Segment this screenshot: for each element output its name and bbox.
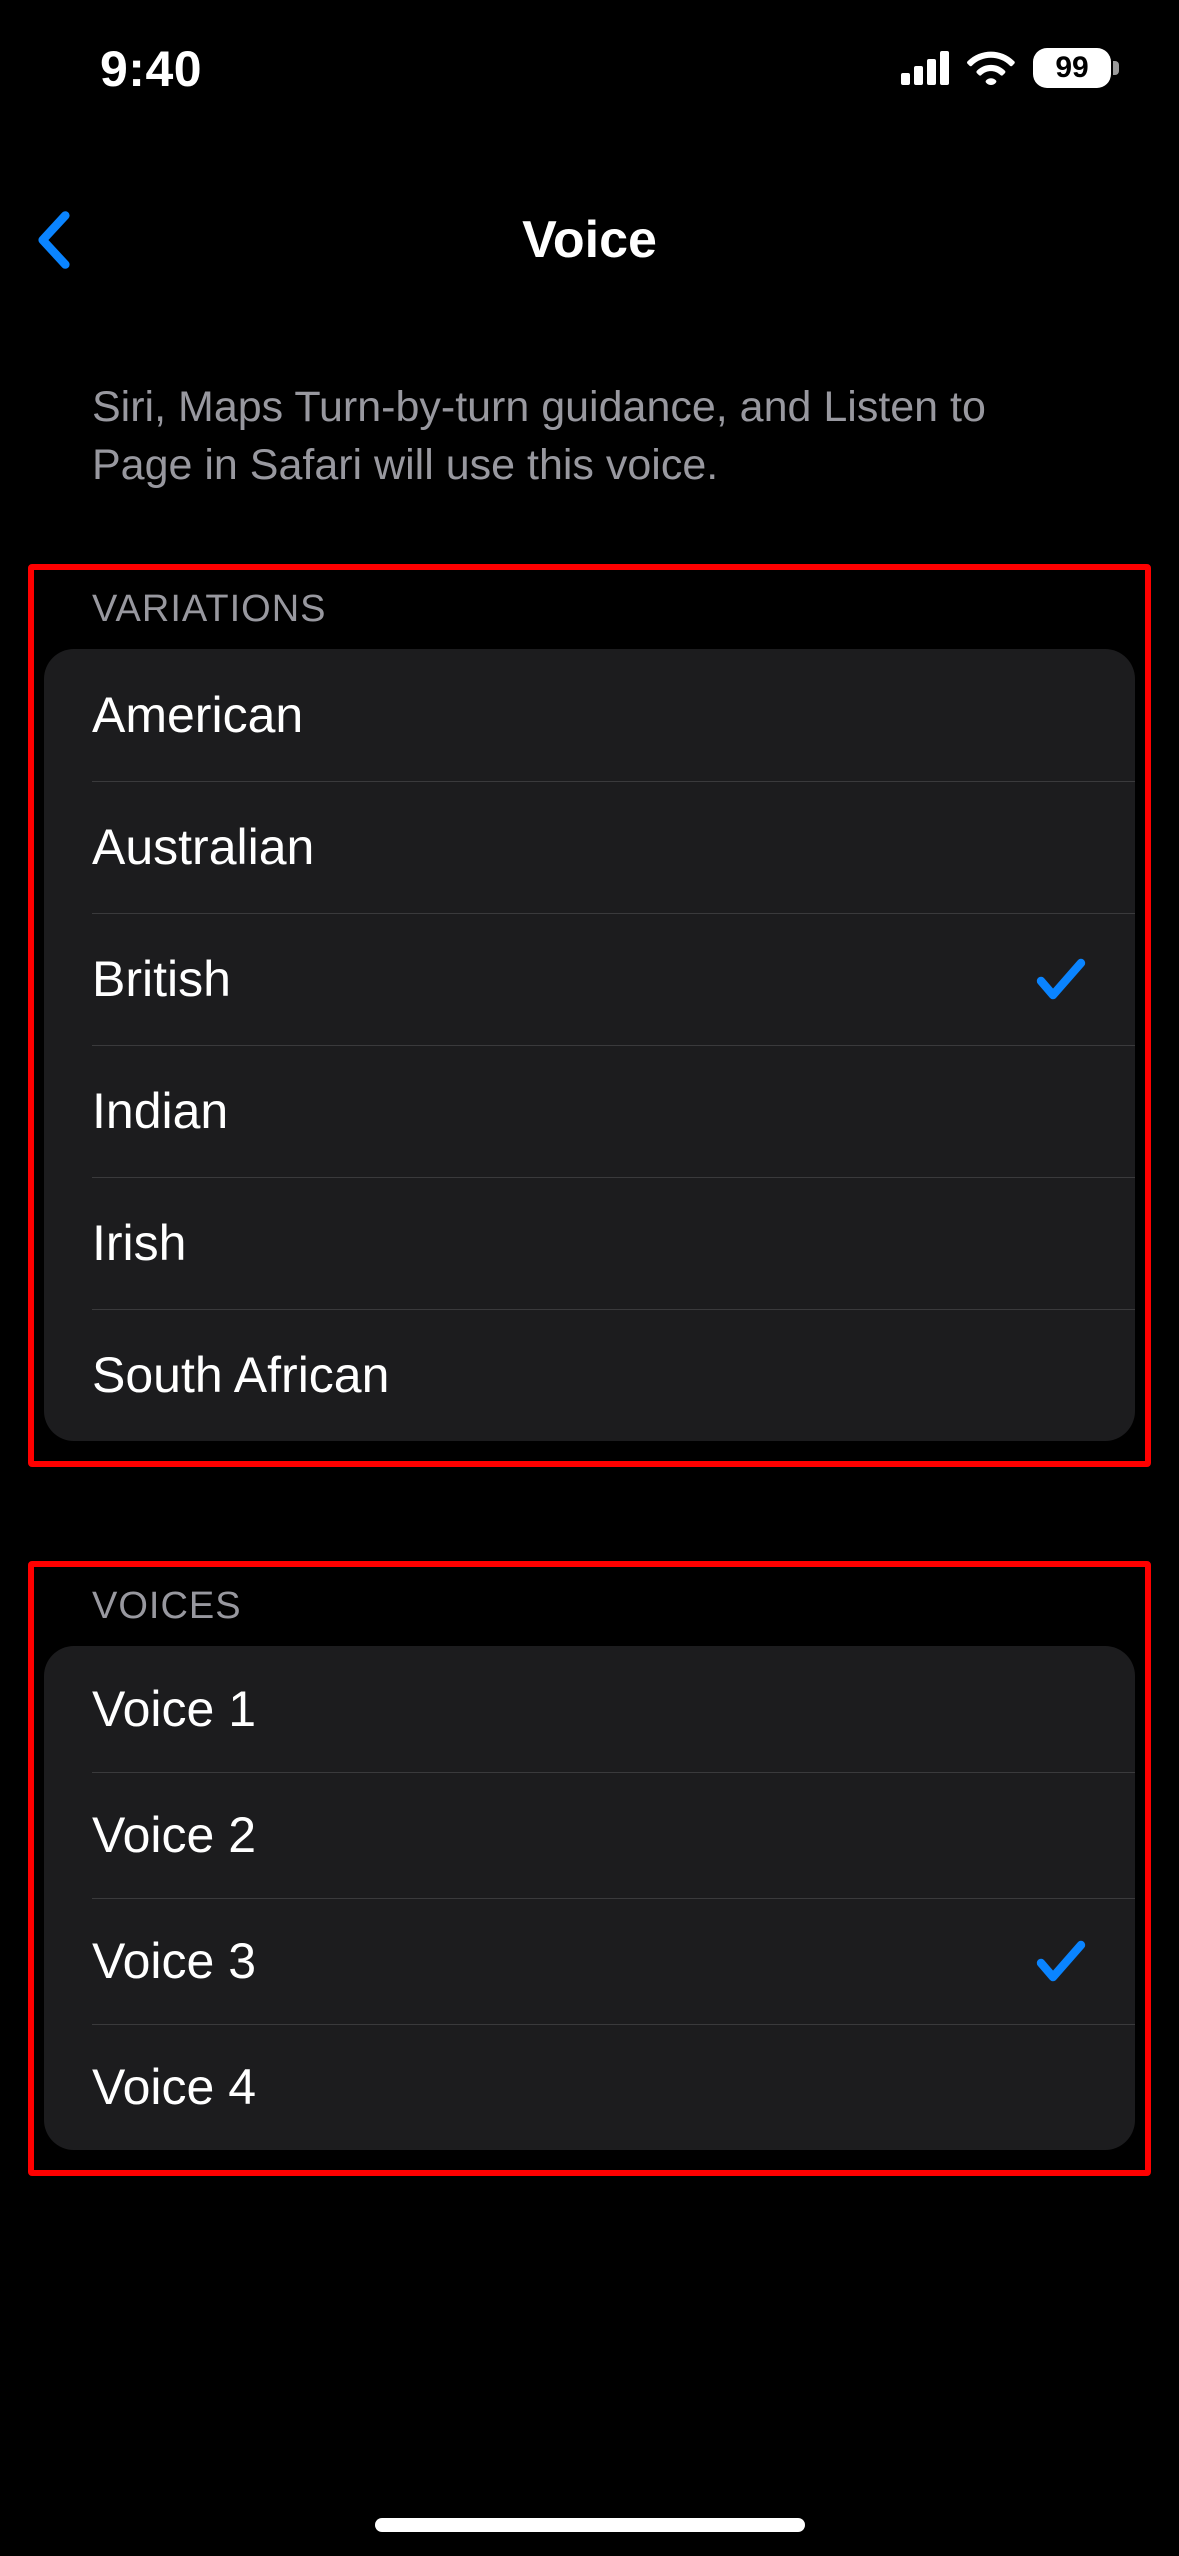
chevron-left-icon xyxy=(37,211,71,269)
voices-list: Voice 1 Voice 2 Voice 3 Voice 4 xyxy=(44,1646,1135,2150)
variation-label: Australian xyxy=(92,818,314,876)
content: Siri, Maps Turn-by-turn guidance, and Li… xyxy=(0,330,1179,2556)
variation-label: South African xyxy=(92,1346,389,1404)
battery-percent: 99 xyxy=(1033,48,1111,88)
voice-row[interactable]: Voice 2 xyxy=(44,1772,1135,1898)
cellular-icon xyxy=(901,51,949,85)
voice-label: Voice 3 xyxy=(92,1932,256,1990)
variation-row[interactable]: Australian xyxy=(44,781,1135,913)
voice-row[interactable]: Voice 1 xyxy=(44,1646,1135,1772)
annotation-highlight-variations: VARIATIONS American Australian British Indi… xyxy=(28,564,1151,1467)
voice-row[interactable]: Voice 4 xyxy=(44,2024,1135,2150)
status-bar: 9:40 99 xyxy=(0,0,1179,130)
checkmark-icon xyxy=(1035,955,1087,1003)
variation-label: Irish xyxy=(92,1214,186,1272)
voice-label: Voice 1 xyxy=(92,1680,256,1738)
voices-header: VOICES xyxy=(44,1585,1135,1646)
variation-label: British xyxy=(92,950,231,1008)
page-title: Voice xyxy=(522,210,657,270)
checkmark-icon xyxy=(1035,1937,1087,1985)
back-button[interactable] xyxy=(24,200,84,280)
variations-list: American Australian British Indian Irish Sout… xyxy=(44,649,1135,1441)
battery-icon: 99 xyxy=(1033,48,1119,88)
variation-row[interactable]: Indian xyxy=(44,1045,1135,1177)
annotation-highlight-voices: VOICES Voice 1 Voice 2 Voice 3 Voice 4 xyxy=(28,1561,1151,2176)
variations-section: VARIATIONS AmericanAustralianBritishIndi… xyxy=(48,564,1131,1467)
status-indicators: 99 xyxy=(901,48,1119,88)
wifi-icon xyxy=(967,50,1015,86)
voice-label: Voice 2 xyxy=(92,1806,256,1864)
nav-bar: Voice xyxy=(0,190,1179,290)
variation-row[interactable]: British xyxy=(44,913,1135,1045)
description-text: Siri, Maps Turn-by-turn guidance, and Li… xyxy=(44,330,1131,494)
variation-label: American xyxy=(92,686,303,744)
variation-label: Indian xyxy=(92,1082,228,1140)
variations-header: VARIATIONS xyxy=(44,588,1135,649)
home-indicator[interactable] xyxy=(375,2518,805,2532)
variation-row[interactable]: American xyxy=(44,649,1135,781)
voice-row[interactable]: Voice 3 xyxy=(44,1898,1135,2024)
voices-section: VOICES Voice 1Voice 2Voice 3Voice 4 xyxy=(48,1561,1131,2176)
variation-row[interactable]: South African xyxy=(44,1309,1135,1441)
voice-label: Voice 4 xyxy=(92,2058,256,2116)
variation-row[interactable]: Irish xyxy=(44,1177,1135,1309)
status-time: 9:40 xyxy=(100,40,202,98)
